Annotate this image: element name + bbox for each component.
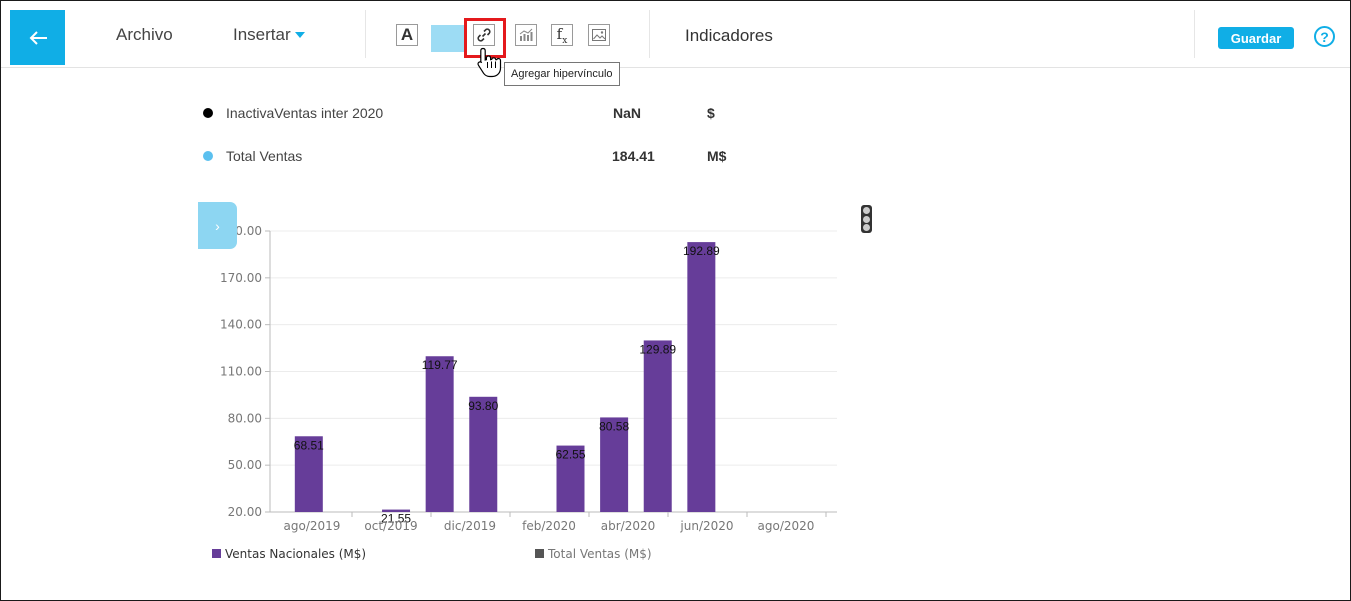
indicator-value: 184.41: [612, 148, 655, 164]
hand-cursor-icon: [477, 47, 502, 78]
bar: [469, 396, 498, 512]
x-tick-label: jun/2020: [679, 519, 733, 533]
help-button[interactable]: ?: [1314, 26, 1335, 47]
insert-formula-button[interactable]: fx: [551, 24, 573, 46]
image-icon: [592, 29, 606, 41]
menu-archivo[interactable]: Archivo: [116, 25, 173, 45]
indicator-dot: [203, 108, 213, 118]
tooltip: Agregar hipervínculo: [504, 62, 620, 86]
legend-swatch: [212, 549, 221, 558]
traffic-light-icon[interactable]: [861, 205, 872, 233]
text-tool-button[interactable]: A: [396, 24, 418, 46]
text-tool-label: A: [400, 25, 414, 44]
bar: [643, 340, 672, 512]
x-tick-label: oct/2019: [364, 519, 417, 533]
x-tick-label: abr/2020: [601, 519, 656, 533]
caret-down-icon: [294, 31, 305, 38]
bar: [687, 242, 716, 513]
x-tick-label: dic/2019: [444, 519, 496, 533]
arrow-left-icon: [29, 30, 47, 45]
indicator-unit: M$: [707, 148, 727, 164]
light-red: [863, 207, 870, 214]
bar: [425, 356, 454, 512]
fx-sub: x: [562, 35, 568, 46]
chart-panel: 20.00 50.00 80.00 110.00 140.00 170.00 200.00 6…: [197, 201, 885, 574]
indicator-dot: [203, 151, 213, 161]
indicator-unit: $: [707, 105, 715, 121]
x-tick-label: ago/2019: [284, 519, 341, 533]
top-toolbar: Archivo Insertar A fx Indicadores Guarda…: [1, 1, 1350, 68]
indicator-label: Total Ventas: [226, 148, 303, 164]
light-yellow: [863, 215, 870, 223]
save-button[interactable]: Guardar: [1218, 27, 1294, 49]
y-tick-label: 20.00: [228, 505, 262, 519]
light-green: [863, 224, 870, 231]
data-label: 80.58: [599, 419, 629, 433]
divider: [1194, 10, 1195, 58]
color-swatch[interactable]: [431, 25, 464, 52]
data-label: 129.89: [639, 342, 676, 356]
back-button[interactable]: [10, 10, 65, 65]
data-label: 119.77: [422, 358, 458, 372]
data-label: 192.89: [683, 244, 720, 258]
chart-icon: [519, 28, 533, 41]
chevron-right-icon: ›: [215, 217, 220, 234]
insert-chart-button[interactable]: [515, 24, 537, 46]
expand-panel-button[interactable]: ›: [198, 202, 237, 249]
indicator-label: InactivaVentas inter 2020: [226, 105, 384, 121]
data-label: 68.51: [294, 438, 324, 452]
y-tick-label: 140.00: [220, 318, 262, 332]
y-tick-label: 50.00: [228, 458, 262, 472]
indicator-value: NaN: [613, 105, 642, 121]
legend-swatch: [535, 549, 544, 558]
insert-image-button[interactable]: [588, 24, 610, 46]
y-tick-label: 170.00: [220, 271, 262, 285]
x-tick-label: feb/2020: [522, 519, 576, 533]
formula-icon: fx: [557, 25, 568, 46]
menu-insertar[interactable]: Insertar: [233, 25, 305, 45]
bar-chart: 20.0050.0080.00110.00140.00170.00200.006…: [212, 224, 837, 561]
divider: [365, 10, 366, 58]
data-label: 93.80: [468, 399, 498, 413]
y-tick-label: 80.00: [228, 411, 262, 425]
menu-insertar-label: Insertar: [233, 25, 291, 44]
legend-label: Total Ventas (M$): [547, 547, 652, 561]
legend-label: Ventas Nacionales (M$): [225, 547, 366, 561]
divider: [649, 10, 650, 58]
y-tick-label: 110.00: [220, 365, 262, 379]
data-label: 62.55: [555, 448, 585, 462]
page-title: Indicadores: [685, 26, 773, 45]
x-tick-label: ago/2020: [758, 519, 815, 533]
